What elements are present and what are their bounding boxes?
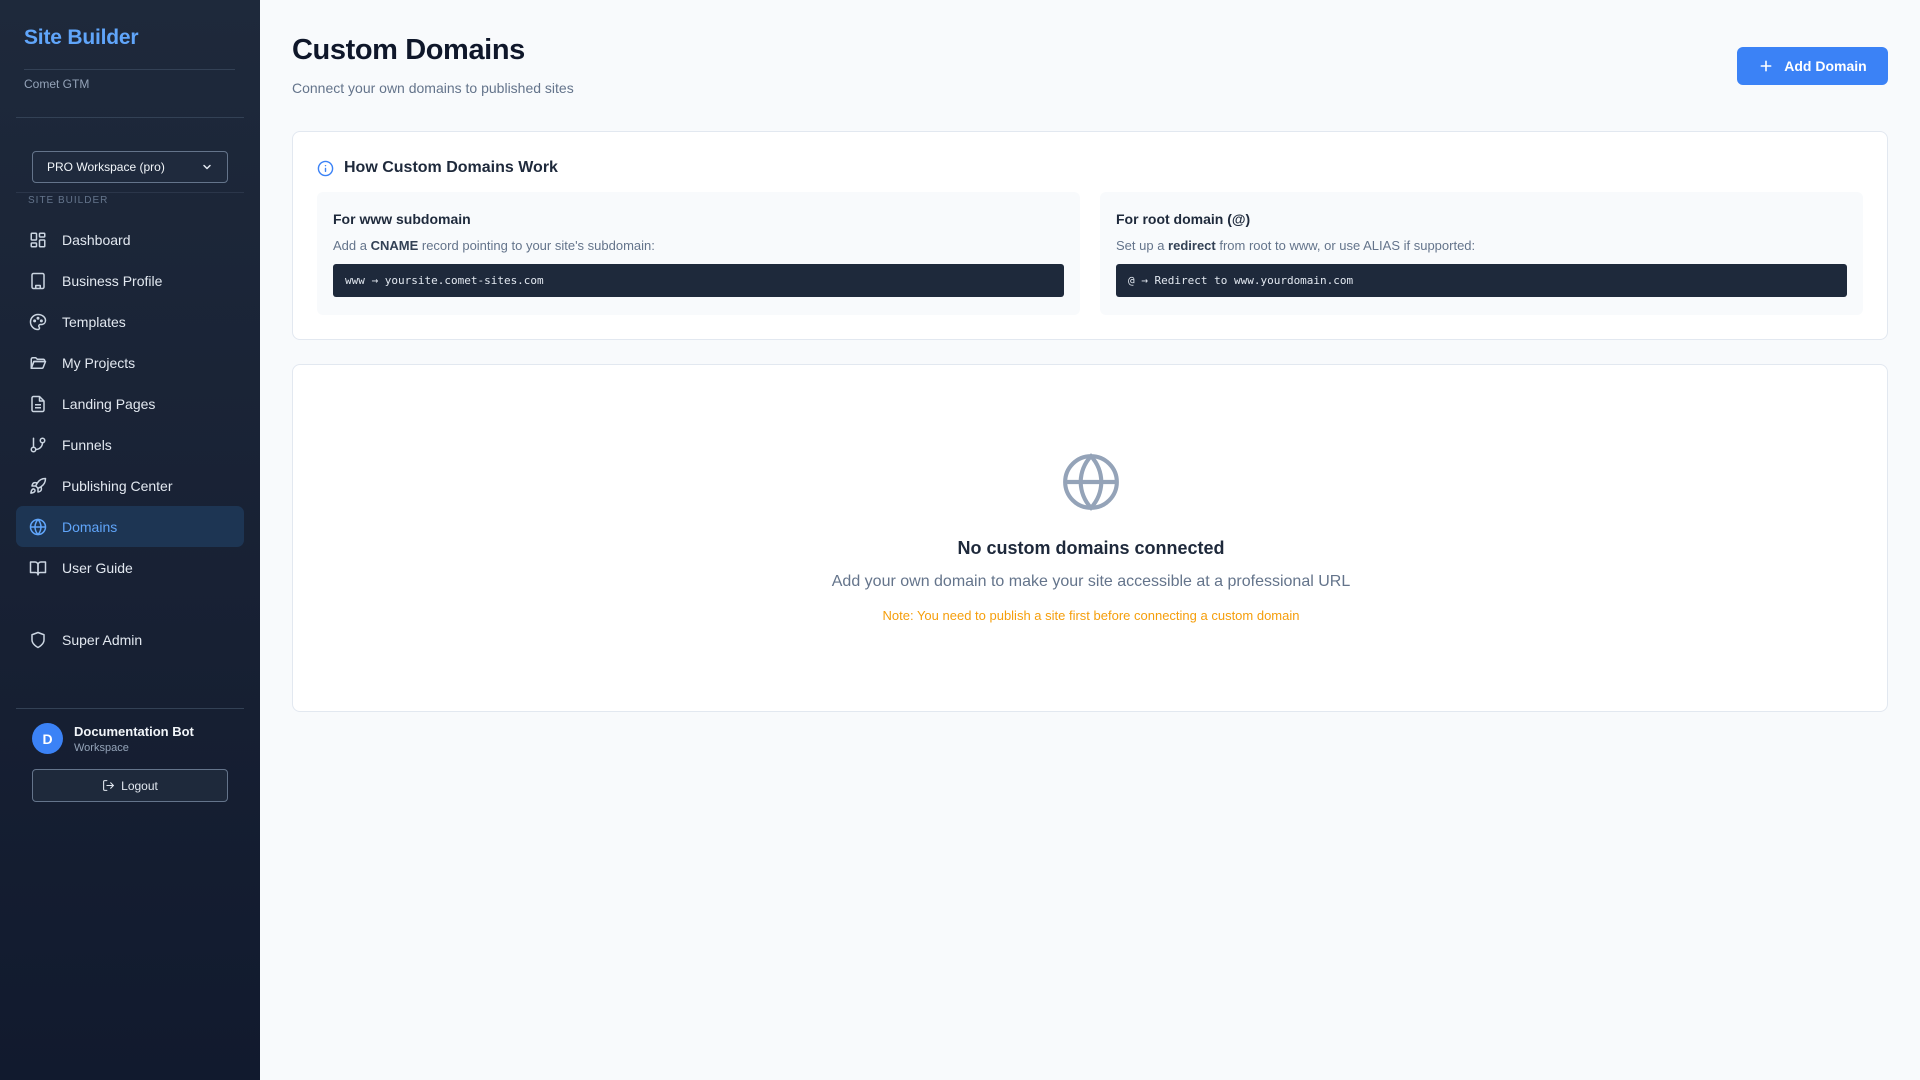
sidebar-item-funnels[interactable]: Funnels — [16, 424, 244, 465]
user-name: Documentation Bot — [74, 723, 194, 739]
globe-icon — [1060, 451, 1122, 513]
dashboard-icon — [28, 230, 48, 250]
root-code-snippet[interactable]: @ → Redirect to www.yourdomain.com — [1116, 264, 1847, 297]
plus-icon — [1758, 58, 1774, 74]
shield-icon — [28, 630, 48, 650]
sidebar-item-templates[interactable]: Templates — [16, 301, 244, 342]
org-name: Comet GTM — [24, 77, 90, 91]
sidebar-item-dashboard[interactable]: Dashboard — [16, 219, 244, 260]
book-icon — [28, 558, 48, 578]
sidebar-item-landing-pages[interactable]: Landing Pages — [16, 383, 244, 424]
palette-icon — [28, 312, 48, 332]
www-title: For www subdomain — [333, 211, 471, 227]
sidebar-item-publishing-center[interactable]: Publishing Center — [16, 465, 244, 506]
root-description: Set up a redirect from root to www, or u… — [1116, 238, 1476, 253]
logout-label: Logout — [121, 778, 158, 793]
sidebar-item-label: Publishing Center — [62, 477, 173, 494]
logout-button[interactable]: Logout — [32, 769, 228, 802]
globe-icon — [28, 517, 48, 537]
nav-section-label: SITE BUILDER — [28, 195, 109, 206]
sidebar-item-user-guide[interactable]: User Guide — [16, 547, 244, 588]
sidebar: Site Builder Comet GTM PRO Workspace (pr… — [0, 0, 260, 1080]
sidebar-nav: Dashboard Business Profile Templates My … — [16, 219, 244, 588]
add-domain-button[interactable]: Add Domain — [1737, 47, 1888, 85]
page-title: Custom Domains — [292, 34, 525, 66]
www-subdomain-panel: For www subdomain Add a CNAME record poi… — [317, 192, 1080, 315]
sidebar-item-label: Landing Pages — [62, 395, 156, 412]
sidebar-item-business-profile[interactable]: Business Profile — [16, 260, 244, 301]
info-card-header: How Custom Domains Work — [317, 159, 558, 177]
sidebar-item-label: Dashboard — [62, 231, 131, 248]
info-icon — [317, 160, 334, 177]
sidebar-item-label: Templates — [62, 313, 126, 330]
sidebar-item-label: User Guide — [62, 559, 133, 576]
www-code-snippet[interactable]: www → yoursite.comet-sites.com — [333, 264, 1064, 297]
sidebar-item-super-admin[interactable]: Super Admin — [16, 619, 244, 660]
divider — [16, 708, 244, 709]
git-branch-icon — [28, 435, 48, 455]
divider — [16, 192, 244, 193]
www-description: Add a CNAME record pointing to your site… — [333, 238, 655, 253]
file-icon — [28, 394, 48, 414]
how-it-works-card: How Custom Domains Work For www subdomai… — [292, 131, 1888, 340]
brand-title[interactable]: Site Builder — [24, 26, 138, 50]
add-domain-label: Add Domain — [1784, 58, 1867, 74]
chevron-down-icon — [201, 161, 213, 173]
user-profile: D Documentation Bot Workspace — [32, 723, 194, 754]
logout-icon — [102, 779, 115, 792]
folder-icon — [28, 353, 48, 373]
avatar: D — [32, 723, 63, 754]
empty-state-subtitle: Add your own domain to make your site ac… — [831, 573, 1351, 590]
root-title: For root domain (@) — [1116, 211, 1251, 227]
user-role: Workspace — [74, 741, 129, 754]
info-card-title: How Custom Domains Work — [344, 159, 558, 176]
empty-state-title: No custom domains connected — [957, 538, 1225, 558]
sidebar-item-domains[interactable]: Domains — [16, 506, 244, 547]
page-subtitle: Connect your own domains to published si… — [292, 80, 574, 96]
sidebar-item-label: Funnels — [62, 436, 112, 453]
empty-state-note: Note: You need to publish a site first b… — [882, 608, 1300, 623]
root-domain-panel: For root domain (@) Set up a redirect fr… — [1100, 192, 1863, 315]
sidebar-item-my-projects[interactable]: My Projects — [16, 342, 244, 383]
sidebar-item-label: Super Admin — [62, 631, 143, 648]
workspace-select[interactable]: PRO Workspace (pro) — [32, 151, 228, 183]
sidebar-item-label: Domains — [62, 518, 118, 535]
divider — [16, 117, 244, 118]
sidebar-item-label: My Projects — [62, 354, 136, 371]
empty-state-card: No custom domains connected Add your own… — [292, 364, 1888, 712]
rocket-icon — [28, 476, 48, 496]
workspace-select-value: PRO Workspace (pro) — [47, 160, 165, 174]
divider — [24, 69, 235, 70]
sidebar-item-label: Business Profile — [62, 272, 163, 289]
building-icon — [28, 271, 48, 291]
